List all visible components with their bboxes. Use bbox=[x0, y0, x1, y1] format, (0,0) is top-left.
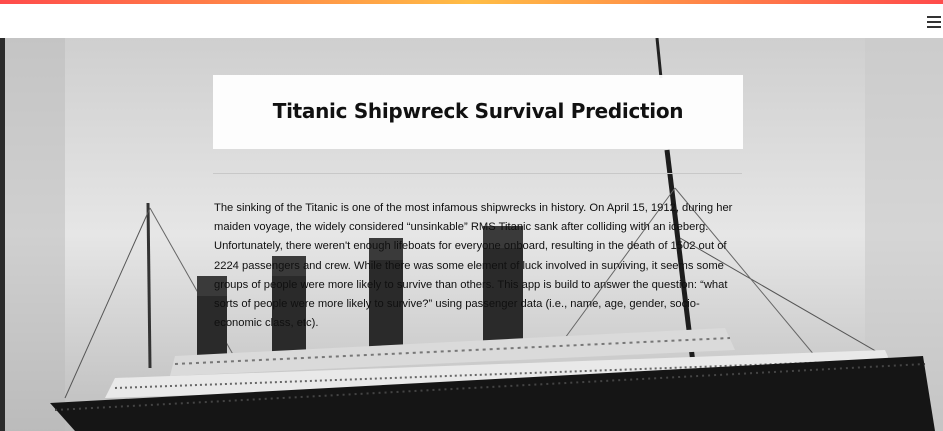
description-paragraph: The sinking of the Titanic is one of the… bbox=[214, 202, 733, 330]
horizontal-divider bbox=[213, 173, 742, 174]
title-card: Titanic Shipwreck Survival Prediction bbox=[213, 75, 743, 149]
page-title: Titanic Shipwreck Survival Prediction bbox=[272, 99, 684, 123]
app-header bbox=[0, 4, 943, 38]
hamburger-menu-icon[interactable] bbox=[927, 16, 941, 28]
